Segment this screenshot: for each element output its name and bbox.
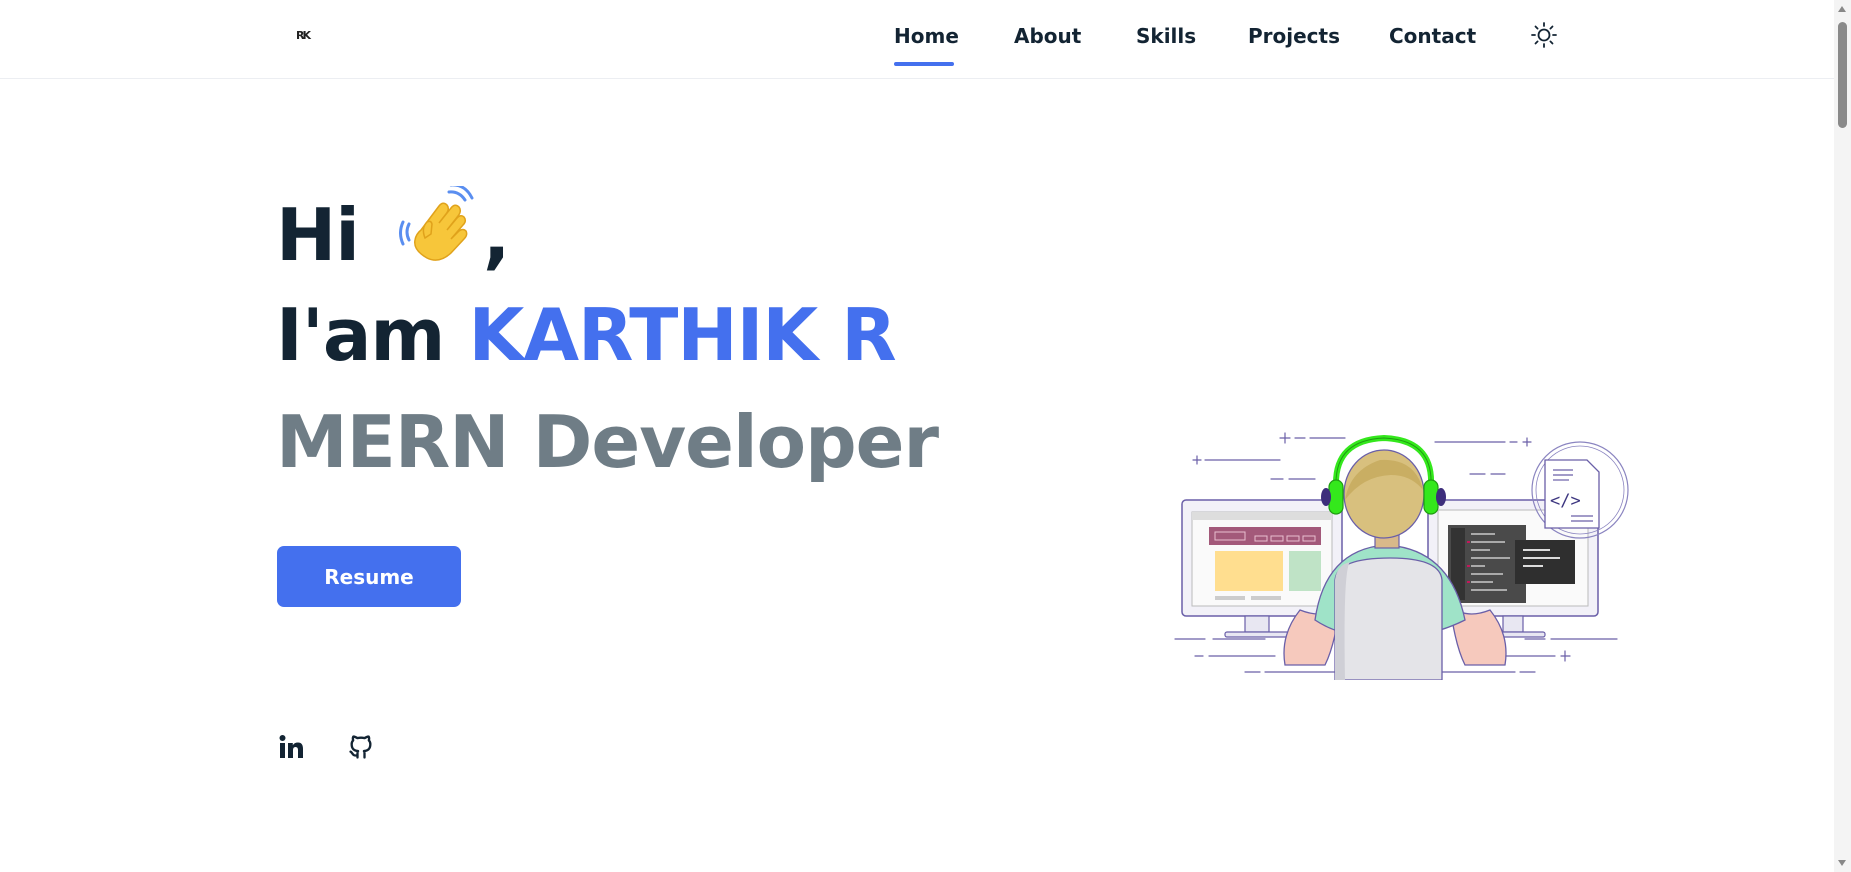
nav-item-contact[interactable]: Contact bbox=[1389, 24, 1476, 48]
page-scrollbar[interactable] bbox=[1834, 0, 1851, 872]
sun-icon[interactable] bbox=[1530, 21, 1558, 49]
intro-heading: I'am KARTHIK R bbox=[276, 293, 897, 377]
scroll-up-arrow-icon[interactable] bbox=[1838, 6, 1846, 12]
svg-text:</>: </> bbox=[1550, 491, 1581, 511]
scroll-thumb[interactable] bbox=[1838, 22, 1847, 128]
logo[interactable]: RK bbox=[296, 29, 318, 45]
nav-item-skills[interactable]: Skills bbox=[1136, 24, 1196, 48]
linkedin-icon[interactable] bbox=[277, 733, 305, 761]
greeting-text: Hi bbox=[276, 193, 360, 277]
role-heading: MERN Developer bbox=[276, 400, 939, 484]
nav-item-home[interactable]: Home bbox=[894, 24, 959, 48]
github-icon[interactable] bbox=[347, 733, 375, 761]
developer-name: KARTHIK R bbox=[468, 293, 897, 377]
active-nav-indicator bbox=[894, 62, 954, 66]
scroll-down-arrow-icon[interactable] bbox=[1838, 860, 1846, 866]
resume-button[interactable]: Resume bbox=[277, 546, 461, 607]
nav-item-projects[interactable]: Projects bbox=[1248, 24, 1340, 48]
intro-prefix: I'am bbox=[276, 293, 445, 377]
nav-item-about[interactable]: About bbox=[1014, 24, 1081, 48]
greeting-heading: Hi , bbox=[276, 183, 510, 277]
site-header: RK Home About Skills Projects Contact bbox=[0, 0, 1834, 79]
developer-illustration: </> bbox=[1165, 430, 1630, 681]
waving-hand-icon bbox=[399, 183, 479, 266]
greeting-comma: , bbox=[483, 193, 510, 277]
